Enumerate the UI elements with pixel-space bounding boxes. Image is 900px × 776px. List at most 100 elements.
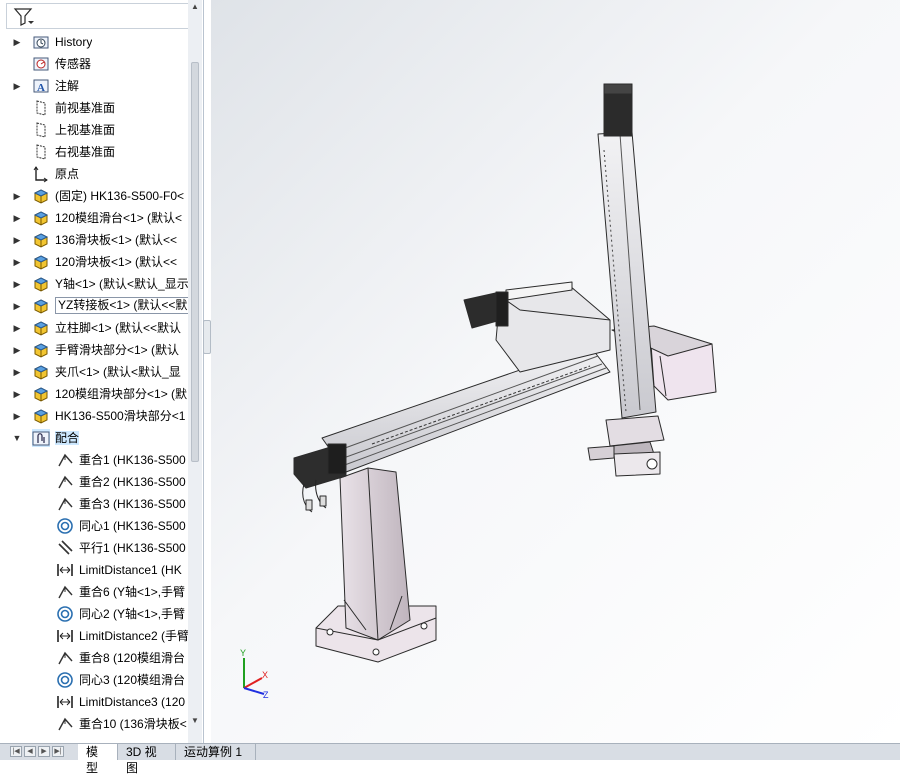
- tree-node[interactable]: LimitDistance2 (手臂: [0, 625, 188, 647]
- expand-right-icon[interactable]: ▶: [12, 80, 22, 92]
- tree-node[interactable]: ▶ (固定) HK136-S500-F0<: [0, 185, 188, 207]
- expand-right-icon[interactable]: ▶: [12, 256, 22, 268]
- tree-node[interactable]: ▶ 120滑块板<1> (默认<<: [0, 251, 188, 273]
- tree-node-label: 平行1 (HK136-S500: [79, 541, 186, 555]
- part-icon: [33, 255, 49, 270]
- tree-node[interactable]: 上视基准面: [0, 119, 188, 141]
- concentric-mate-icon: [57, 518, 73, 534]
- sensor-icon: [33, 57, 49, 71]
- tree-node-label: 传感器: [55, 57, 92, 71]
- scroll-down-arrow[interactable]: ▼: [191, 716, 199, 725]
- tree-node-label: LimitDistance3 (120: [79, 695, 186, 709]
- tree-node-label: 注解: [55, 79, 80, 93]
- part-icon: [33, 387, 49, 402]
- limit-distance-icon: [57, 564, 73, 576]
- svg-text:A: A: [37, 82, 45, 94]
- tree-node-label: 重合2 (HK136-S500: [79, 475, 186, 489]
- tree-node[interactable]: 右视基准面: [0, 141, 188, 163]
- tree-node[interactable]: ▶ 120模组滑台<1> (默认<: [0, 207, 188, 229]
- tree-node[interactable]: 传感器: [0, 53, 188, 75]
- bottom-tab-bar: |◀ ◀ ▶ ▶| 模型 3D 视图 运动算例 1: [0, 743, 900, 775]
- tree-node-label: 120滑块板<1> (默认<<: [55, 255, 178, 269]
- tree-node-label: 手臂滑块部分<1> (默认: [55, 343, 180, 357]
- prev-tab-arrow[interactable]: ◀: [24, 746, 36, 757]
- tree-node[interactable]: 重合2 (HK136-S500: [0, 471, 188, 493]
- expand-right-icon[interactable]: ▶: [12, 366, 22, 378]
- tree-node[interactable]: ▶ 立柱脚<1> (默认<<默认: [0, 317, 188, 339]
- triad-z-label: Z: [263, 690, 269, 700]
- tree-node[interactable]: 重合6 (Y轴<1>,手臂: [0, 581, 188, 603]
- history-folder-icon: [33, 36, 49, 49]
- tree-node[interactable]: ▶ A 注解: [0, 75, 188, 97]
- part-icon: [33, 189, 49, 204]
- tree-node[interactable]: 重合3 (HK136-S500: [0, 493, 188, 515]
- scroll-up-arrow[interactable]: ▲: [191, 2, 199, 11]
- tree-node-label: HK136-S500滑块部分<1: [55, 409, 186, 423]
- triad-y-label: Y: [240, 648, 246, 658]
- tree-node-label: 同心3 (120模组滑台: [79, 673, 186, 687]
- expand-right-icon[interactable]: ▶: [12, 190, 22, 202]
- tree-node[interactable]: 平行1 (HK136-S500: [0, 537, 188, 559]
- tree-node-label: 重合3 (HK136-S500: [79, 497, 186, 511]
- tree-node[interactable]: ▼ 配合: [0, 427, 188, 449]
- tree-node-label: LimitDistance1 (HK: [79, 563, 182, 577]
- tree-node[interactable]: 同心2 (Y轴<1>,手臂: [0, 603, 188, 625]
- expand-down-icon[interactable]: ▼: [12, 432, 22, 444]
- expand-right-icon[interactable]: ▶: [12, 300, 22, 312]
- panel-splitter-handle[interactable]: [203, 320, 211, 354]
- scroll-thumb[interactable]: [191, 62, 199, 462]
- filter-icon[interactable]: [13, 7, 35, 27]
- first-tab-arrow[interactable]: |◀: [10, 746, 22, 757]
- concentric-mate-icon: [57, 606, 73, 622]
- expand-right-icon[interactable]: ▶: [12, 322, 22, 334]
- filter-bar[interactable]: [6, 3, 200, 29]
- tree-node[interactable]: 重合1 (HK136-S500: [0, 449, 188, 471]
- tree-node[interactable]: 原点: [0, 163, 188, 185]
- tree-node[interactable]: LimitDistance3 (120: [0, 691, 188, 713]
- tab-1[interactable]: 3D 视图: [118, 744, 176, 775]
- tab-0[interactable]: 模型: [78, 744, 118, 775]
- tree-scrollbar[interactable]: ▲ ▼: [188, 0, 202, 743]
- part-icon: [33, 233, 49, 248]
- coincident-mate-icon: [58, 585, 73, 599]
- part-icon: [33, 365, 49, 380]
- tree-node-label: 夹爪<1> (默认<默认_显: [55, 365, 181, 379]
- concentric-mate-icon: [57, 672, 73, 688]
- tree-node-label: Y轴<1> (默认<默认_显示: [55, 277, 188, 291]
- tree-node[interactable]: 重合8 (120模组滑台: [0, 647, 188, 669]
- tree-node[interactable]: 同心3 (120模组滑台: [0, 669, 188, 691]
- tree-node[interactable]: 前视基准面: [0, 97, 188, 119]
- tree-node[interactable]: ▶ HK136-S500滑块部分<1: [0, 405, 188, 427]
- tree-node[interactable]: ▶ 手臂滑块部分<1> (默认: [0, 339, 188, 361]
- tree-node[interactable]: ▶ 120模组滑块部分<1> (默: [0, 383, 188, 405]
- annotation-icon: A: [33, 79, 49, 94]
- graphics-viewport[interactable]: Y X Z: [211, 0, 900, 743]
- tab-2[interactable]: 运动算例 1: [176, 744, 256, 760]
- next-tab-arrow[interactable]: ▶: [38, 746, 50, 757]
- part-icon: [33, 343, 49, 358]
- tree-node-label: 120模组滑台<1> (默认<: [55, 211, 183, 225]
- coincident-mate-icon: [58, 453, 73, 467]
- expand-right-icon[interactable]: ▶: [12, 410, 22, 422]
- triad-x-label: X: [262, 670, 268, 680]
- last-tab-arrow[interactable]: ▶|: [52, 746, 64, 757]
- expand-right-icon[interactable]: ▶: [12, 234, 22, 246]
- coincident-mate-icon: [58, 497, 73, 511]
- tree-node[interactable]: ▶ 136滑块板<1> (默认<<: [0, 229, 188, 251]
- tree-node[interactable]: LimitDistance1 (HK: [0, 559, 188, 581]
- tree-node[interactable]: ▶ History: [0, 31, 188, 53]
- tree-node-label: LimitDistance2 (手臂: [79, 629, 188, 643]
- part-icon: [33, 211, 49, 226]
- part-icon: [33, 277, 49, 292]
- expand-right-icon[interactable]: ▶: [12, 344, 22, 356]
- tree-node[interactable]: 重合10 (136滑块板<: [0, 713, 188, 735]
- tree-node[interactable]: ▶ 夹爪<1> (默认<默认_显: [0, 361, 188, 383]
- expand-right-icon[interactable]: ▶: [12, 278, 22, 290]
- expand-right-icon[interactable]: ▶: [12, 212, 22, 224]
- tree-node[interactable]: 同心1 (HK136-S500: [0, 515, 188, 537]
- view-triad[interactable]: Y X Z: [240, 648, 269, 700]
- tree-node[interactable]: ▶ Y轴<1> (默认<默认_显示: [0, 273, 188, 295]
- expand-right-icon[interactable]: ▶: [12, 36, 22, 48]
- expand-right-icon[interactable]: ▶: [12, 388, 22, 400]
- tree-node[interactable]: ▶ YZ转接板<1> (默认<<默: [0, 295, 188, 317]
